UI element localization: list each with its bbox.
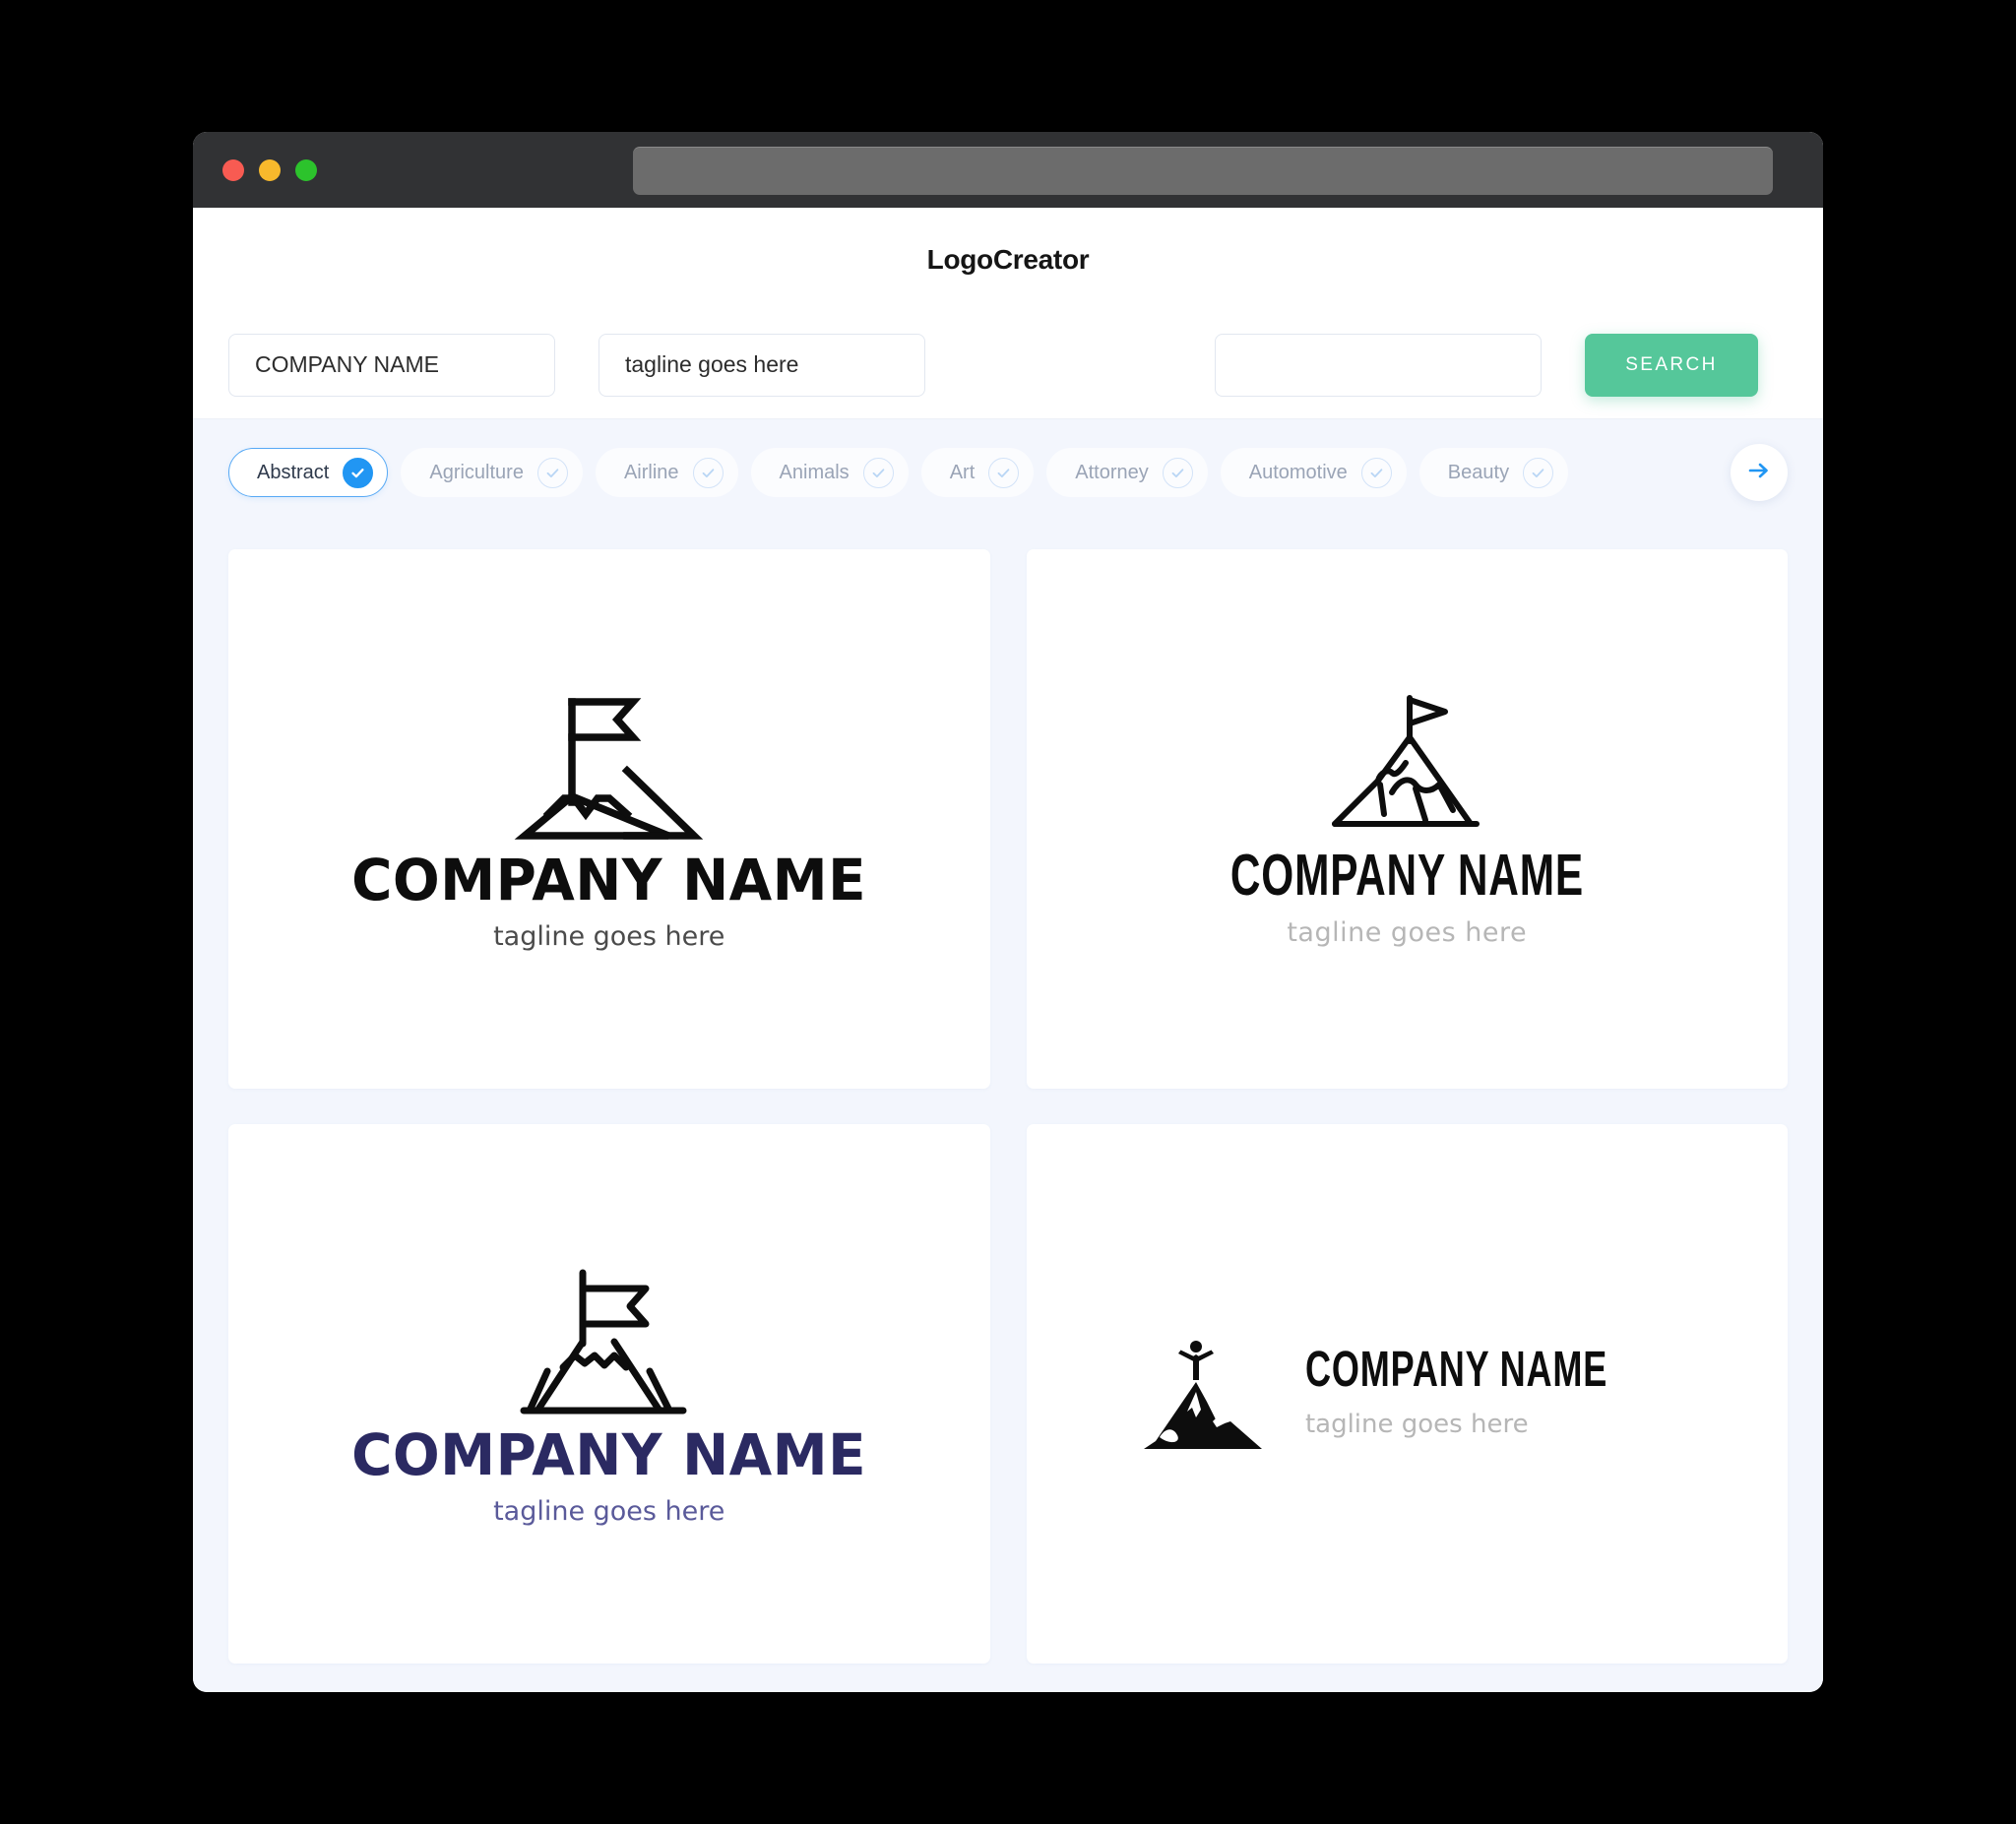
logo-preview: COMPANY NAME tagline goes here (1186, 690, 1628, 948)
category-chip-scroller[interactable]: Abstract Agriculture Airline Animals Art… (228, 448, 1569, 497)
url-bar[interactable] (633, 147, 1773, 195)
logo-company-name: COMPANY NAME (1304, 1342, 1608, 1398)
logo-preview: COMPANY NAME tagline goes here (1140, 1331, 1674, 1457)
logo-tagline: tagline goes here (493, 1496, 725, 1527)
logo-preview: COMPANY NAME tagline goes here (344, 686, 874, 952)
maximize-window-button[interactable] (295, 158, 317, 181)
logo-card[interactable]: COMPANY NAME tagline goes here (228, 549, 990, 1089)
categories-next-button[interactable] (1731, 444, 1788, 501)
check-icon (1523, 457, 1554, 488)
check-icon (988, 457, 1020, 488)
category-chip-art[interactable]: Art (920, 448, 1035, 497)
mountain-with-flag-outline-icon (344, 686, 874, 844)
minimize-window-button[interactable] (259, 158, 281, 181)
chip-label: Art (949, 461, 976, 483)
category-chip-animals[interactable]: Animals (750, 448, 909, 497)
chip-label: Agriculture (429, 461, 524, 483)
close-window-button[interactable] (222, 158, 244, 181)
category-filter-bar: Abstract Agriculture Airline Animals Art… (193, 419, 1823, 526)
check-icon (1162, 457, 1193, 488)
keyword-input[interactable] (1215, 333, 1542, 397)
check-icon (343, 457, 374, 488)
category-chip-beauty[interactable]: Beauty (1418, 448, 1569, 497)
traffic-lights (222, 158, 317, 181)
logo-card[interactable]: COMPANY NAME tagline goes here (228, 1124, 990, 1664)
chip-label: Beauty (1447, 461, 1510, 483)
browser-window: LogoCreator SEARCH Abstract Agriculture (193, 132, 1823, 1692)
logo-tagline: tagline goes here (493, 921, 725, 952)
mountain-peak-pennant-flag-outline-icon (1186, 690, 1628, 838)
logo-preview: COMPANY NAME tagline goes here (344, 1261, 874, 1527)
logo-card[interactable]: COMPANY NAME tagline goes here (1026, 1124, 1788, 1664)
check-icon (536, 457, 568, 488)
mountain-summit-climber-solid-icon (1140, 1331, 1266, 1457)
category-chip-agriculture[interactable]: Agriculture (401, 448, 583, 497)
search-button[interactable]: SEARCH (1585, 333, 1758, 397)
app-header: LogoCreator (193, 208, 1823, 311)
logo-tagline: tagline goes here (1304, 1410, 1529, 1439)
tagline-input[interactable] (598, 333, 925, 397)
page-title: LogoCreator (926, 243, 1090, 275)
logo-tagline: tagline goes here (1287, 917, 1528, 948)
category-chip-automotive[interactable]: Automotive (1220, 448, 1407, 497)
check-icon (862, 457, 894, 488)
browser-titlebar (193, 132, 1823, 208)
chip-label: Airline (623, 461, 679, 483)
search-toolbar: SEARCH (193, 311, 1823, 419)
company-name-input[interactable] (228, 333, 555, 397)
logo-results-grid: COMPANY NAME tagline goes here COMPANY N… (193, 526, 1823, 1692)
category-chip-airline[interactable]: Airline (595, 448, 738, 497)
chip-label: Automotive (1248, 461, 1348, 483)
mountain-with-pole-flag-outline-icon (344, 1261, 874, 1418)
logo-company-name: COMPANY NAME (1229, 843, 1584, 909)
category-chip-attorney[interactable]: Attorney (1046, 448, 1208, 497)
chip-label: Animals (779, 461, 850, 483)
chip-label: Abstract (257, 461, 330, 483)
category-chip-abstract[interactable]: Abstract (228, 448, 389, 497)
logo-card[interactable]: COMPANY NAME tagline goes here (1026, 549, 1788, 1089)
arrow-right-icon (1745, 457, 1773, 489)
chip-label: Attorney (1075, 461, 1149, 483)
logo-company-name: COMPANY NAME (351, 1421, 867, 1488)
check-icon (1360, 457, 1392, 488)
logo-company-name: COMPANY NAME (351, 847, 867, 913)
check-icon (692, 457, 724, 488)
